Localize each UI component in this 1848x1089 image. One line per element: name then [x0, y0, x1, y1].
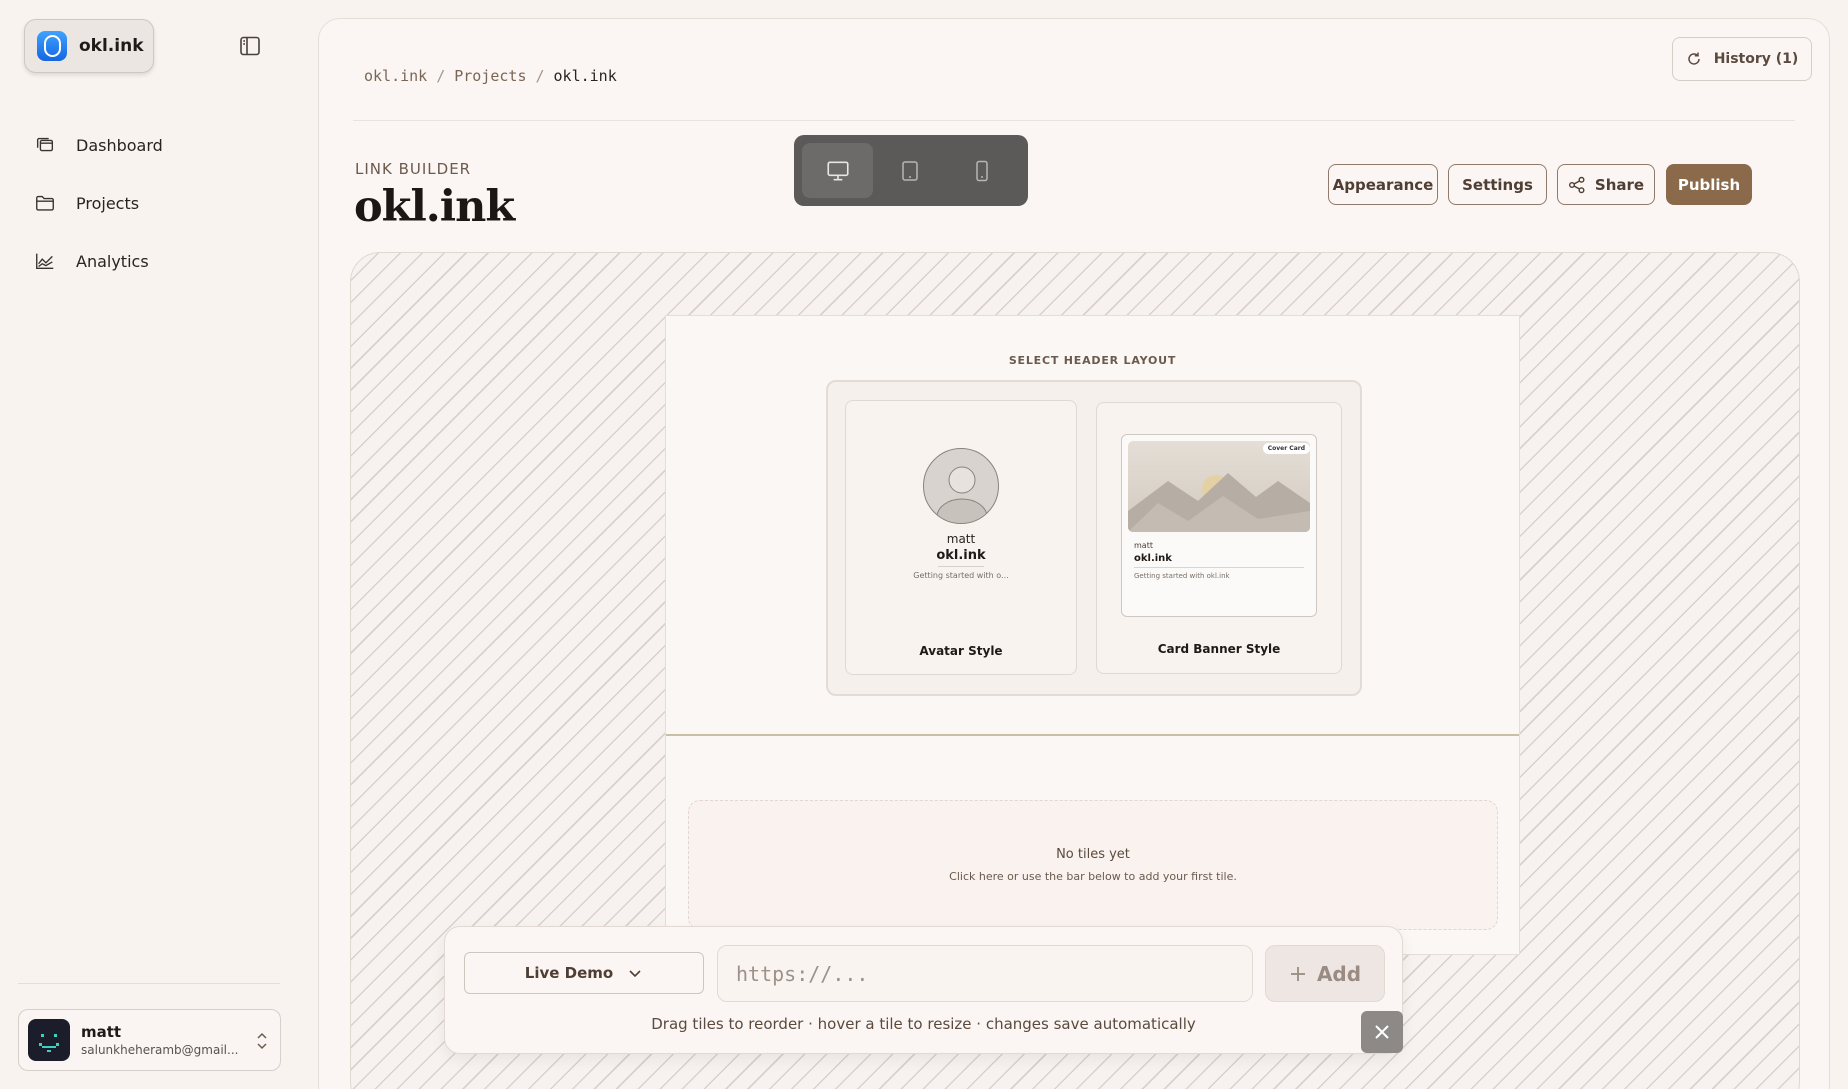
avatar-placeholder-icon [923, 448, 999, 524]
sidebar-item-label: Projects [76, 193, 140, 213]
banner-preview-desc: Getting started with okl.ink [1134, 572, 1230, 580]
breadcrumb-item[interactable]: Projects [454, 67, 526, 85]
history-label: History (1) [1713, 51, 1799, 67]
breadcrumb-current: okl.ink [553, 67, 617, 85]
smartphone-icon [975, 160, 988, 181]
avatar [28, 1019, 70, 1061]
card-banner-style-label: Card Banner Style [1157, 642, 1281, 656]
chevron-down-icon [629, 970, 641, 978]
avatar-preview-desc: Getting started with o... [913, 571, 1009, 580]
settings-button[interactable]: Settings [1448, 164, 1547, 205]
header-layout-options: matt okl.ink Getting started with o... A… [826, 380, 1362, 696]
banner-preview-card: Cover Card matt okl.ink Getting started … [1121, 434, 1317, 617]
preview-section-divider [666, 734, 1519, 736]
banner-preview-divider [1134, 567, 1304, 568]
brand-name: okl.ink [79, 36, 144, 56]
add-tile-button[interactable]: Add [1265, 945, 1385, 1002]
avatar-preview-name: matt [946, 532, 976, 546]
close-add-bar-button[interactable] [1361, 1011, 1403, 1053]
user-name: matt [81, 1023, 122, 1041]
banner-preview-name: matt [1134, 541, 1153, 550]
avatar-style-label: Avatar Style [919, 644, 1003, 658]
layers-icon [36, 137, 54, 152]
share-button[interactable]: Share [1557, 164, 1655, 205]
add-bar-hint: Drag tiles to reorder · hover a tile to … [651, 1015, 1196, 1033]
sidebar: okl.ink Dashboard Projects Analytics mat… [0, 0, 300, 1089]
sidebar-divider [18, 983, 280, 984]
appearance-button[interactable]: Appearance [1328, 164, 1438, 205]
user-email: salunkheheramb@gmail... [81, 1043, 239, 1057]
brand-switcher[interactable]: okl.ink [24, 19, 154, 73]
history-button[interactable]: History (1) [1672, 37, 1812, 81]
tablet-view-button[interactable] [874, 143, 945, 198]
refresh-icon [1687, 52, 1700, 65]
sidebar-item-label: Analytics [76, 251, 149, 271]
cover-card-tag: Cover Card [1262, 443, 1310, 454]
folder-icon [36, 195, 54, 211]
empty-tiles-dropzone[interactable]: No tiles yet Click here or use the bar b… [688, 800, 1498, 930]
mountain-landscape-icon [1128, 473, 1310, 532]
robot-face-icon [39, 1034, 59, 1052]
header-layout-title: SELECT HEADER LAYOUT [1008, 354, 1177, 367]
avatar-preview-title: okl.ink [936, 548, 986, 563]
publish-button[interactable]: Publish [1666, 164, 1752, 205]
banner-image [1128, 441, 1310, 532]
page-preview: SELECT HEADER LAYOUT matt okl.ink Gettin… [665, 315, 1520, 955]
empty-tiles-title: No tiles yet [1056, 847, 1130, 862]
add-label: Add [1316, 961, 1362, 986]
card-banner-style-option[interactable]: Cover Card matt okl.ink Getting started … [1096, 402, 1342, 674]
mode-select[interactable]: Live Demo [464, 952, 704, 994]
share-label: Share [1594, 175, 1645, 194]
breadcrumb: okl.ink / Projects / okl.ink [364, 67, 617, 85]
sidebar-item-analytics[interactable]: Analytics [34, 232, 274, 290]
mode-select-value: Live Demo [524, 964, 614, 982]
device-toggle [794, 135, 1028, 206]
page-kicker: LINK BUILDER [355, 160, 472, 178]
breadcrumb-separator: / [535, 67, 545, 85]
sidebar-toggle-button[interactable] [238, 34, 262, 58]
page-title: okl.ink [354, 182, 515, 232]
sidebar-item-dashboard[interactable]: Dashboard [34, 116, 274, 174]
sidebar-item-projects[interactable]: Projects [34, 174, 274, 232]
tablet-icon [901, 160, 918, 181]
url-input[interactable] [717, 945, 1253, 1002]
breadcrumb-separator: / [436, 67, 446, 85]
sidebar-item-label: Dashboard [76, 135, 163, 155]
breadcrumb-item[interactable]: okl.ink [364, 67, 427, 85]
share-icon [1568, 176, 1585, 193]
mobile-view-button[interactable] [946, 143, 1017, 198]
desktop-view-button[interactable] [802, 143, 873, 198]
add-tile-bar: Live Demo Add Drag tiles to reorder · ho… [444, 926, 1403, 1054]
user-menu[interactable]: matt salunkheheramb@gmail... [18, 1009, 281, 1071]
header-divider [353, 120, 1795, 121]
brand-logo-icon [37, 31, 67, 61]
empty-tiles-subtitle: Click here or use the bar below to add y… [949, 870, 1237, 883]
sidebar-nav: Dashboard Projects Analytics [34, 116, 274, 290]
sidebar-panel-icon [240, 36, 260, 56]
banner-preview-title: okl.ink [1134, 553, 1172, 564]
close-icon [1375, 1025, 1389, 1039]
plus-icon [1290, 966, 1305, 981]
chevrons-up-down-icon [257, 1032, 267, 1050]
avatar-style-option[interactable]: matt okl.ink Getting started with o... A… [845, 400, 1077, 675]
monitor-icon [826, 161, 849, 180]
avatar-preview-divider [938, 566, 984, 567]
chart-line-icon [36, 253, 54, 270]
